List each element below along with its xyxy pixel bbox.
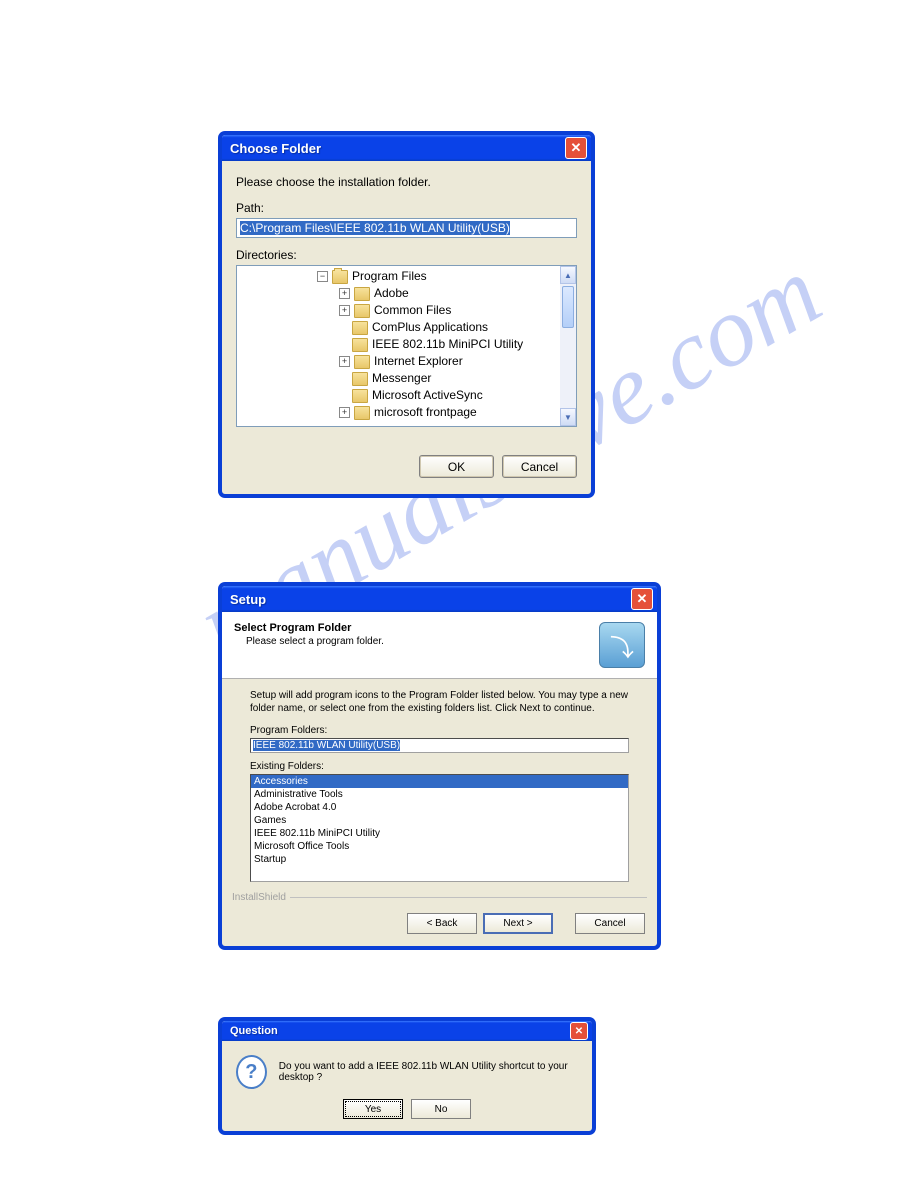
- tree-row[interactable]: − Program Files: [317, 268, 560, 285]
- titlebar[interactable]: Question ✕: [222, 1021, 592, 1041]
- directories-label: Directories:: [236, 248, 577, 262]
- tree-label: Common Files: [374, 302, 451, 319]
- cancel-button[interactable]: Cancel: [575, 913, 645, 934]
- close-icon: ✕: [571, 140, 582, 156]
- expand-spacer: [339, 391, 348, 400]
- folder-icon: [352, 338, 368, 352]
- list-item[interactable]: Microsoft Office Tools: [251, 840, 628, 853]
- description-text: Setup will add program icons to the Prog…: [250, 689, 629, 715]
- expand-spacer: [339, 340, 348, 349]
- installshield-brand: InstallShield: [222, 892, 657, 903]
- wizard-subheading: Please select a program folder.: [234, 636, 599, 647]
- scroll-down-button[interactable]: ▼: [560, 408, 576, 426]
- close-icon: ✕: [575, 1026, 583, 1037]
- tree-row[interactable]: + Adobe: [317, 285, 560, 302]
- close-button[interactable]: ✕: [570, 1022, 588, 1040]
- list-item[interactable]: IEEE 802.11b MiniPCI Utility: [251, 827, 628, 840]
- program-folders-label: Program Folders:: [250, 725, 629, 736]
- path-label: Path:: [236, 201, 577, 215]
- installer-icon: ⤵: [599, 622, 645, 668]
- expand-icon[interactable]: +: [339, 288, 350, 299]
- titlebar[interactable]: Setup ✕: [222, 586, 657, 612]
- tree-label: Adobe: [374, 285, 409, 302]
- tree-row[interactable]: + Internet Explorer: [317, 353, 560, 370]
- collapse-icon[interactable]: −: [317, 271, 328, 282]
- directory-tree[interactable]: − Program Files + Adobe + Common Files: [236, 265, 577, 427]
- no-button[interactable]: No: [411, 1099, 471, 1119]
- tree-row[interactable]: + Common Files: [317, 302, 560, 319]
- expand-spacer: [339, 323, 348, 332]
- tree-row[interactable]: IEEE 802.11b MiniPCI Utility: [317, 336, 560, 353]
- choose-folder-dialog: Choose Folder ✕ Please choose the instal…: [219, 132, 594, 497]
- tree-row[interactable]: + microsoft frontpage: [317, 404, 560, 421]
- close-icon: ✕: [637, 591, 648, 607]
- list-item[interactable]: Accessories: [251, 775, 628, 788]
- folder-icon: [354, 355, 370, 369]
- question-dialog: Question ✕ ? Do you want to add a IEEE 8…: [219, 1018, 595, 1134]
- instruction-text: Please choose the installation folder.: [236, 175, 577, 189]
- tree-row[interactable]: Messenger: [317, 370, 560, 387]
- chevron-up-icon: ▲: [564, 271, 572, 280]
- dialog-title: Choose Folder: [230, 141, 565, 156]
- existing-folders-label: Existing Folders:: [250, 761, 629, 772]
- expand-spacer: [339, 374, 348, 383]
- folder-icon: [352, 372, 368, 386]
- scroll-thumb[interactable]: [562, 286, 574, 328]
- ok-button[interactable]: OK: [419, 455, 494, 478]
- tree-label: Microsoft ActiveSync: [372, 387, 483, 404]
- tree-row[interactable]: Microsoft ActiveSync: [317, 387, 560, 404]
- tree-label: IEEE 802.11b MiniPCI Utility: [372, 336, 523, 353]
- chevron-down-icon: ▼: [564, 413, 572, 422]
- list-item[interactable]: Adobe Acrobat 4.0: [251, 801, 628, 814]
- tree-label: microsoft frontpage: [374, 404, 477, 421]
- path-input[interactable]: C:\Program Files\IEEE 802.11b WLAN Utili…: [236, 218, 577, 238]
- folder-icon: [332, 270, 348, 284]
- question-message: Do you want to add a IEEE 802.11b WLAN U…: [279, 1061, 578, 1083]
- scroll-track[interactable]: [560, 330, 576, 408]
- next-button[interactable]: Next >: [483, 913, 553, 934]
- question-icon: ?: [236, 1055, 267, 1089]
- folder-icon: [354, 406, 370, 420]
- list-item[interactable]: Startup: [251, 853, 628, 866]
- tree-label: Messenger: [372, 370, 431, 387]
- existing-folders-listbox[interactable]: Accessories Administrative Tools Adobe A…: [250, 774, 629, 882]
- folder-icon: [352, 389, 368, 403]
- dialog-title: Question: [230, 1025, 570, 1037]
- list-item[interactable]: Administrative Tools: [251, 788, 628, 801]
- wizard-header: Select Program Folder Please select a pr…: [222, 612, 657, 679]
- setup-dialog: Setup ✕ Select Program Folder Please sel…: [219, 583, 660, 949]
- scroll-up-button[interactable]: ▲: [560, 266, 576, 284]
- tree-label: Internet Explorer: [374, 353, 463, 370]
- list-item[interactable]: Games: [251, 814, 628, 827]
- back-button[interactable]: < Back: [407, 913, 477, 934]
- yes-button[interactable]: Yes: [343, 1099, 403, 1119]
- tree-row[interactable]: ComPlus Applications: [317, 319, 560, 336]
- titlebar[interactable]: Choose Folder ✕: [222, 135, 591, 161]
- expand-icon[interactable]: +: [339, 356, 350, 367]
- dialog-title: Setup: [230, 592, 631, 607]
- folder-icon: [352, 321, 368, 335]
- close-button[interactable]: ✕: [631, 588, 653, 610]
- expand-icon[interactable]: +: [339, 305, 350, 316]
- folder-icon: [354, 287, 370, 301]
- expand-icon[interactable]: +: [339, 407, 350, 418]
- program-folder-input[interactable]: IEEE 802.11b WLAN Utility(USB): [250, 738, 629, 753]
- tree-label: ComPlus Applications: [372, 319, 488, 336]
- folder-icon: [354, 304, 370, 318]
- scrollbar[interactable]: ▲ ▼: [560, 266, 576, 426]
- wizard-heading: Select Program Folder: [234, 622, 599, 634]
- close-button[interactable]: ✕: [565, 137, 587, 159]
- cancel-button[interactable]: Cancel: [502, 455, 577, 478]
- tree-label: Program Files: [352, 268, 427, 285]
